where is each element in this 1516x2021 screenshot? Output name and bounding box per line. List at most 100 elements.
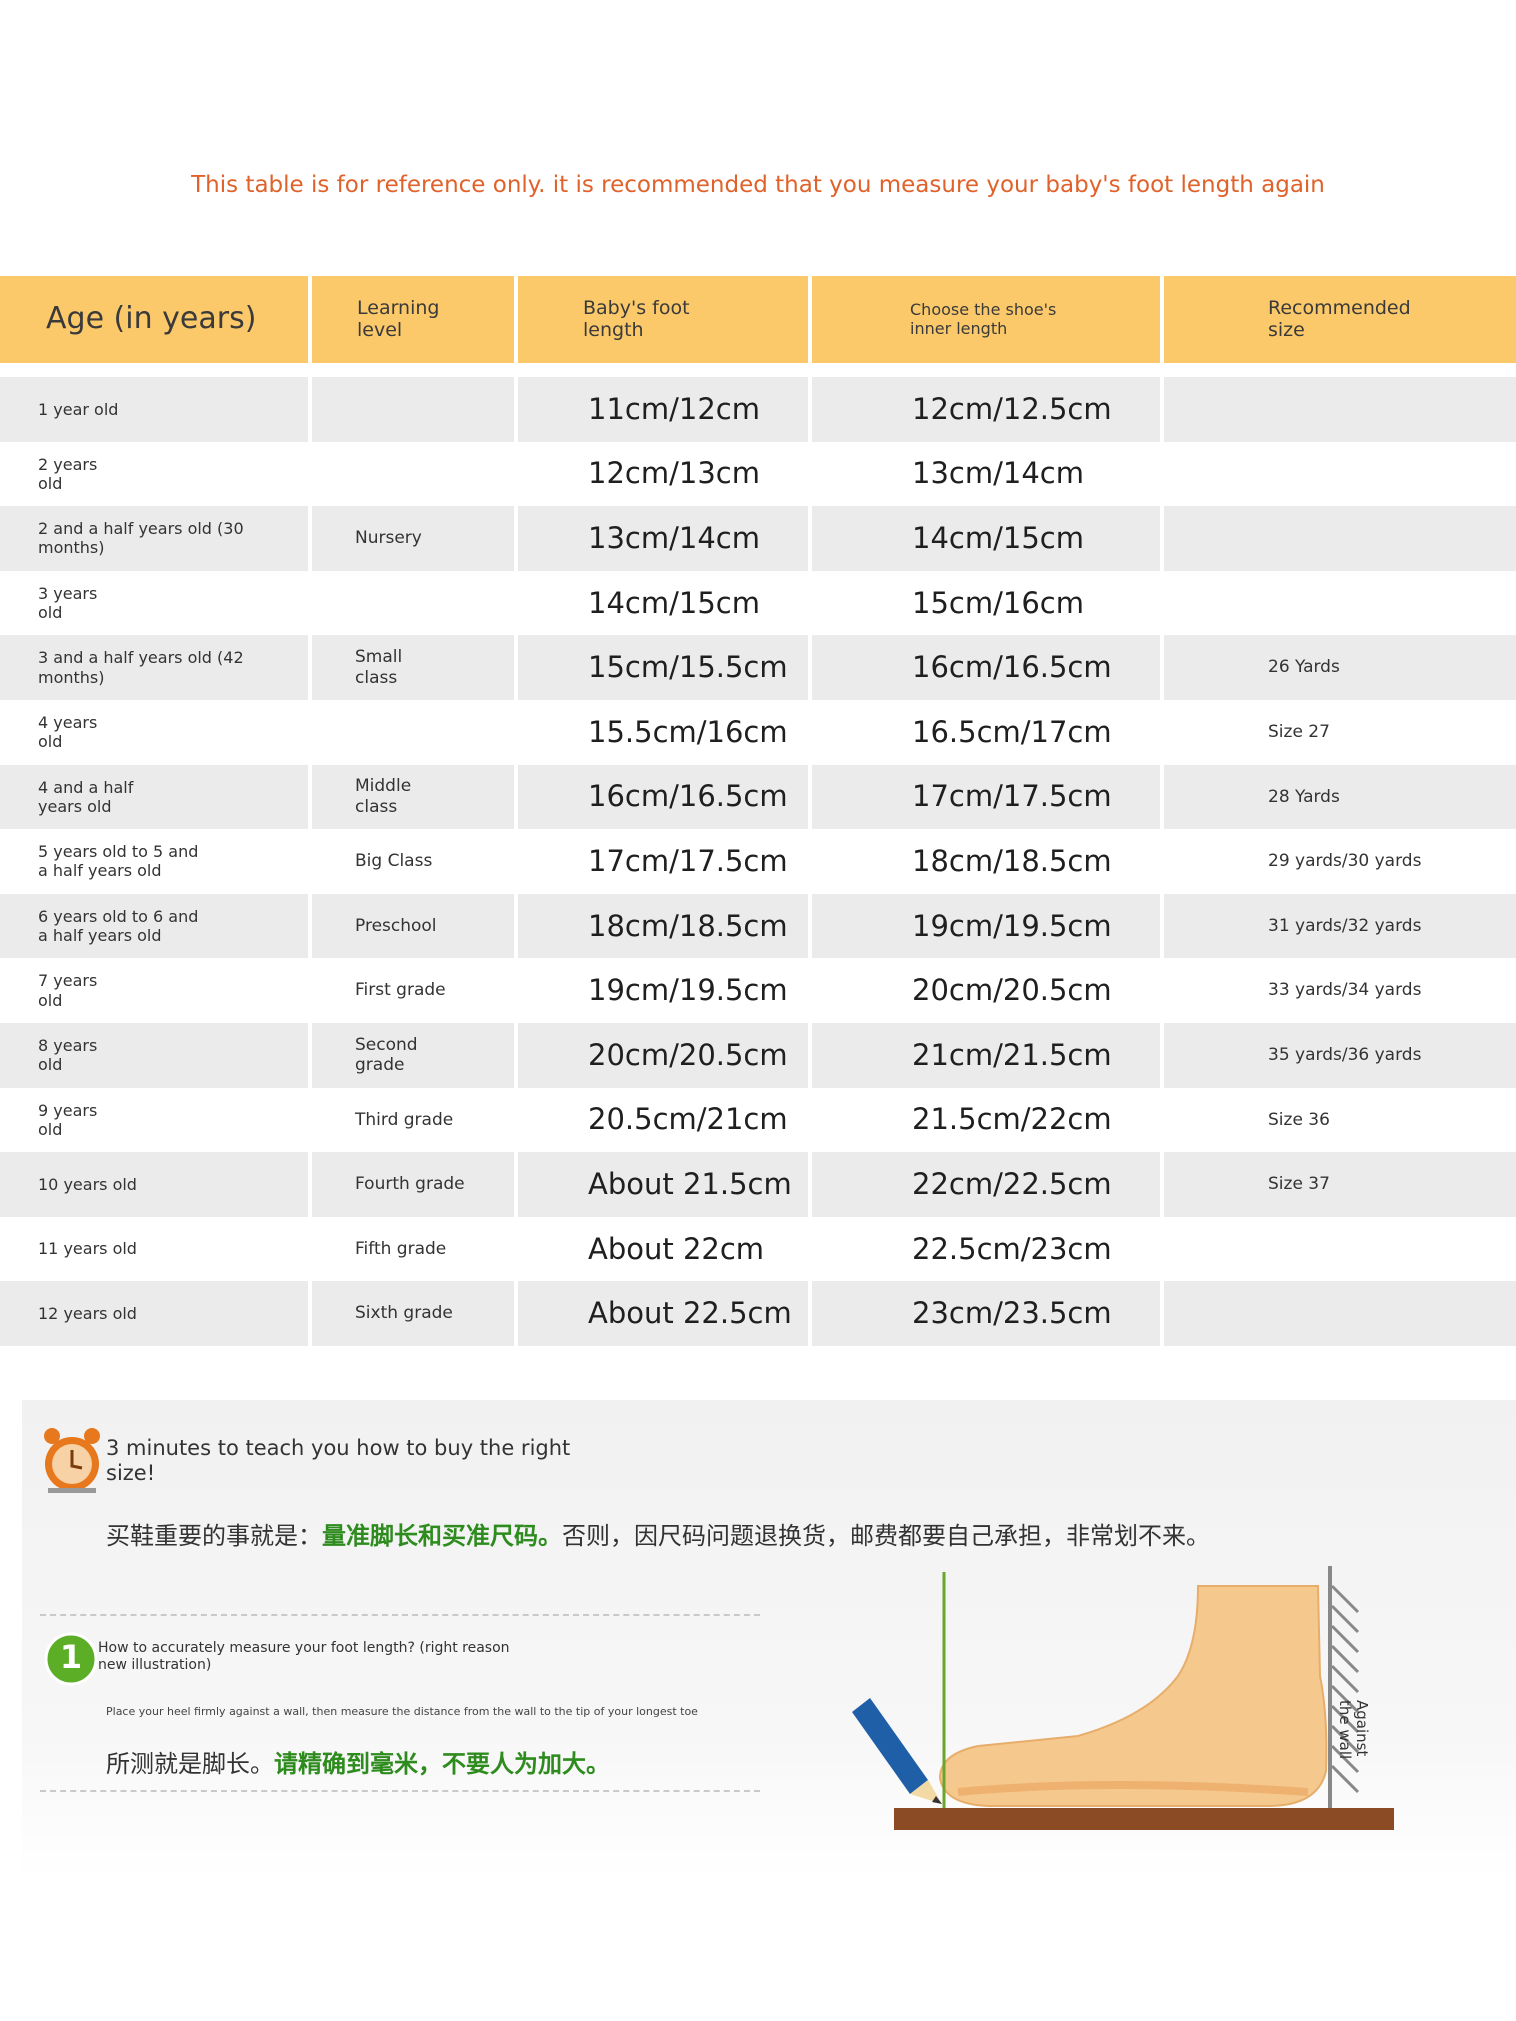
cell-inner-length: 16.5cm/17cm	[912, 714, 1112, 749]
cell-foot-length: About 22.5cm	[588, 1296, 792, 1331]
cell-age: 7 years old	[38, 971, 98, 1010]
header-learning-level: Learning level	[357, 296, 440, 341]
step-description: Place your heel firmly against a wall, t…	[106, 1705, 698, 1718]
wall-label: Against the wall	[1335, 1700, 1371, 1760]
table-row: 2 and a half years old (30 months) Nurser…	[0, 506, 1516, 571]
cell-learning-level: Third grade	[355, 1109, 454, 1130]
cell-recommended-size: 31 yards/32 yards	[1268, 915, 1422, 936]
cell-age: 2 and a half years old (30 months)	[38, 519, 244, 558]
cell-age: 4 and a half years old	[38, 777, 134, 816]
step-question: How to accurately measure your foot leng…	[98, 1640, 510, 1673]
cell-recommended-size: 29 yards/30 yards	[1268, 851, 1422, 872]
floor-board	[894, 1808, 1394, 1830]
cell-foot-length: 15cm/15.5cm	[588, 650, 788, 685]
cell-recommended-size: 26 Yards	[1268, 657, 1340, 678]
cell-recommended-size: 33 yards/34 yards	[1268, 980, 1422, 1001]
cell-inner-length: 17cm/17.5cm	[912, 779, 1112, 814]
cell-recommended-size: Size 27	[1268, 722, 1330, 743]
cell-recommended-size: 28 Yards	[1268, 786, 1340, 807]
cell-inner-length: 21.5cm/22cm	[912, 1102, 1112, 1137]
cell-learning-level	[355, 442, 515, 507]
reference-note: This table is for reference only. it is …	[191, 172, 1325, 198]
foot-icon	[938, 1585, 1328, 1807]
guide-title: 3 minutes to teach you how to buy the ri…	[106, 1436, 571, 1486]
cell-inner-length: 20cm/20.5cm	[912, 973, 1112, 1008]
cell-inner-length: 14cm/15cm	[912, 521, 1084, 556]
header-inner-length: Choose the shoe's inner length	[910, 300, 1057, 338]
cell-foot-length: 20cm/20.5cm	[588, 1037, 788, 1072]
cell-age: 10 years old	[38, 1174, 137, 1194]
cell-recommended-size	[1268, 1281, 1498, 1346]
cell-inner-length: 19cm/19.5cm	[912, 908, 1112, 943]
step-cn-note: 所测就是脚长。请精确到毫米，不要人为加大。	[106, 1750, 610, 1778]
table-row: 3 and a half years old (42 months) Small …	[0, 635, 1516, 700]
cell-inner-length: 16cm/16.5cm	[912, 650, 1112, 685]
pencil-icon	[852, 1698, 942, 1804]
cell-age: 4 years old	[38, 713, 98, 752]
cell-learning-level: Fourth grade	[355, 1174, 465, 1195]
cell-age: 6 years old to 6 and a half years old	[38, 906, 199, 946]
cell-recommended-size	[1268, 377, 1498, 442]
cell-inner-length: 23cm/23.5cm	[912, 1296, 1112, 1331]
header-age: Age (in years)	[46, 301, 257, 337]
cell-inner-length: 22.5cm/23cm	[912, 1231, 1112, 1266]
cell-age: 9 years old	[38, 1100, 98, 1139]
table-row: 2 years old 12cm/13cm 13cm/14cm	[0, 441, 1516, 507]
cell-learning-level: Middle class	[355, 776, 412, 817]
cell-inner-length: 13cm/14cm	[912, 456, 1084, 491]
cell-learning-level: Big Class	[355, 851, 433, 872]
cell-recommended-size: Size 36	[1268, 1109, 1330, 1130]
table-header: Age (in years) Learning level Baby's foo…	[0, 276, 1516, 363]
alarm-clock-icon	[44, 1428, 100, 1493]
table-row: 3 years old 14cm/15cm 15cm/16cm	[0, 570, 1516, 636]
dashed-divider-top	[40, 1614, 760, 1616]
table-row: 10 years old Fourth grade About 21.5cm 22cm…	[0, 1152, 1516, 1217]
dashed-divider-bottom	[40, 1790, 760, 1792]
cell-age: 11 years old	[38, 1239, 137, 1259]
cell-foot-length: About 22cm	[588, 1231, 765, 1266]
cell-recommended-size: 35 yards/36 yards	[1268, 1045, 1422, 1066]
cell-foot-length: 16cm/16.5cm	[588, 779, 788, 814]
cell-inner-length: 15cm/16cm	[912, 585, 1084, 620]
cell-recommended-size	[1268, 442, 1498, 507]
cell-foot-length: About 21.5cm	[588, 1167, 792, 1202]
cell-learning-level: Fifth grade	[355, 1238, 447, 1259]
guide-cn-intro: 买鞋重要的事就是：量准脚长和买准尺码。否则，因尺码问题退换货，邮费都要自己承担，…	[106, 1522, 1210, 1550]
cell-foot-length: 13cm/14cm	[588, 521, 760, 556]
cell-foot-length: 18cm/18.5cm	[588, 908, 788, 943]
table-row: 6 years old to 6 and a half years old Pre…	[0, 893, 1516, 959]
table-row: 1 year old 11cm/12cm 12cm/12.5cm	[0, 377, 1516, 442]
cell-age: 3 and a half years old (42 months)	[38, 648, 244, 687]
foot-measure-illustration	[852, 1566, 1394, 1830]
cell-learning-level: Sixth grade	[355, 1303, 453, 1324]
header-foot-length: Baby's foot length	[583, 296, 690, 341]
cell-inner-length: 21cm/21.5cm	[912, 1037, 1112, 1072]
table-row: 5 years old to 5 and a half years old Big…	[0, 829, 1516, 894]
cell-age: 2 years old	[38, 454, 98, 493]
cell-age: 1 year old	[38, 399, 119, 419]
cell-inner-length: 18cm/18.5cm	[912, 844, 1112, 879]
step-number: 1	[59, 1638, 83, 1676]
cell-foot-length: 11cm/12cm	[588, 391, 760, 426]
cell-learning-level	[355, 571, 515, 636]
size-table-body: 1 year old 11cm/12cm 12cm/12.5cm 2 years ol…	[0, 377, 1516, 1346]
cell-inner-length: 22cm/22.5cm	[912, 1167, 1112, 1202]
cell-learning-level: Small class	[355, 647, 403, 688]
cell-recommended-size	[1268, 1217, 1498, 1282]
cell-recommended-size: Size 37	[1268, 1174, 1330, 1195]
cell-learning-level: Preschool	[355, 915, 437, 936]
cell-foot-length: 19cm/19.5cm	[588, 973, 788, 1008]
cell-foot-length: 17cm/17.5cm	[588, 844, 788, 879]
cell-learning-level: Nursery	[355, 528, 422, 549]
table-row: 7 years old First grade 19cm/19.5cm 20cm/20…	[0, 958, 1516, 1023]
cell-recommended-size	[1268, 506, 1498, 571]
cell-inner-length: 12cm/12.5cm	[912, 391, 1112, 426]
table-row: 12 years old Sixth grade About 22.5cm 23cm/…	[0, 1281, 1516, 1346]
table-row: 11 years old Fifth grade About 22cm 22.5cm/…	[0, 1216, 1516, 1282]
table-row: 4 years old 15.5cm/16cm 16.5cm/17cm Size 27	[0, 699, 1516, 765]
cell-foot-length: 14cm/15cm	[588, 585, 760, 620]
cell-foot-length: 12cm/13cm	[588, 456, 760, 491]
cell-recommended-size	[1268, 571, 1498, 636]
cell-age: 12 years old	[38, 1304, 137, 1324]
cell-learning-level	[355, 377, 515, 442]
